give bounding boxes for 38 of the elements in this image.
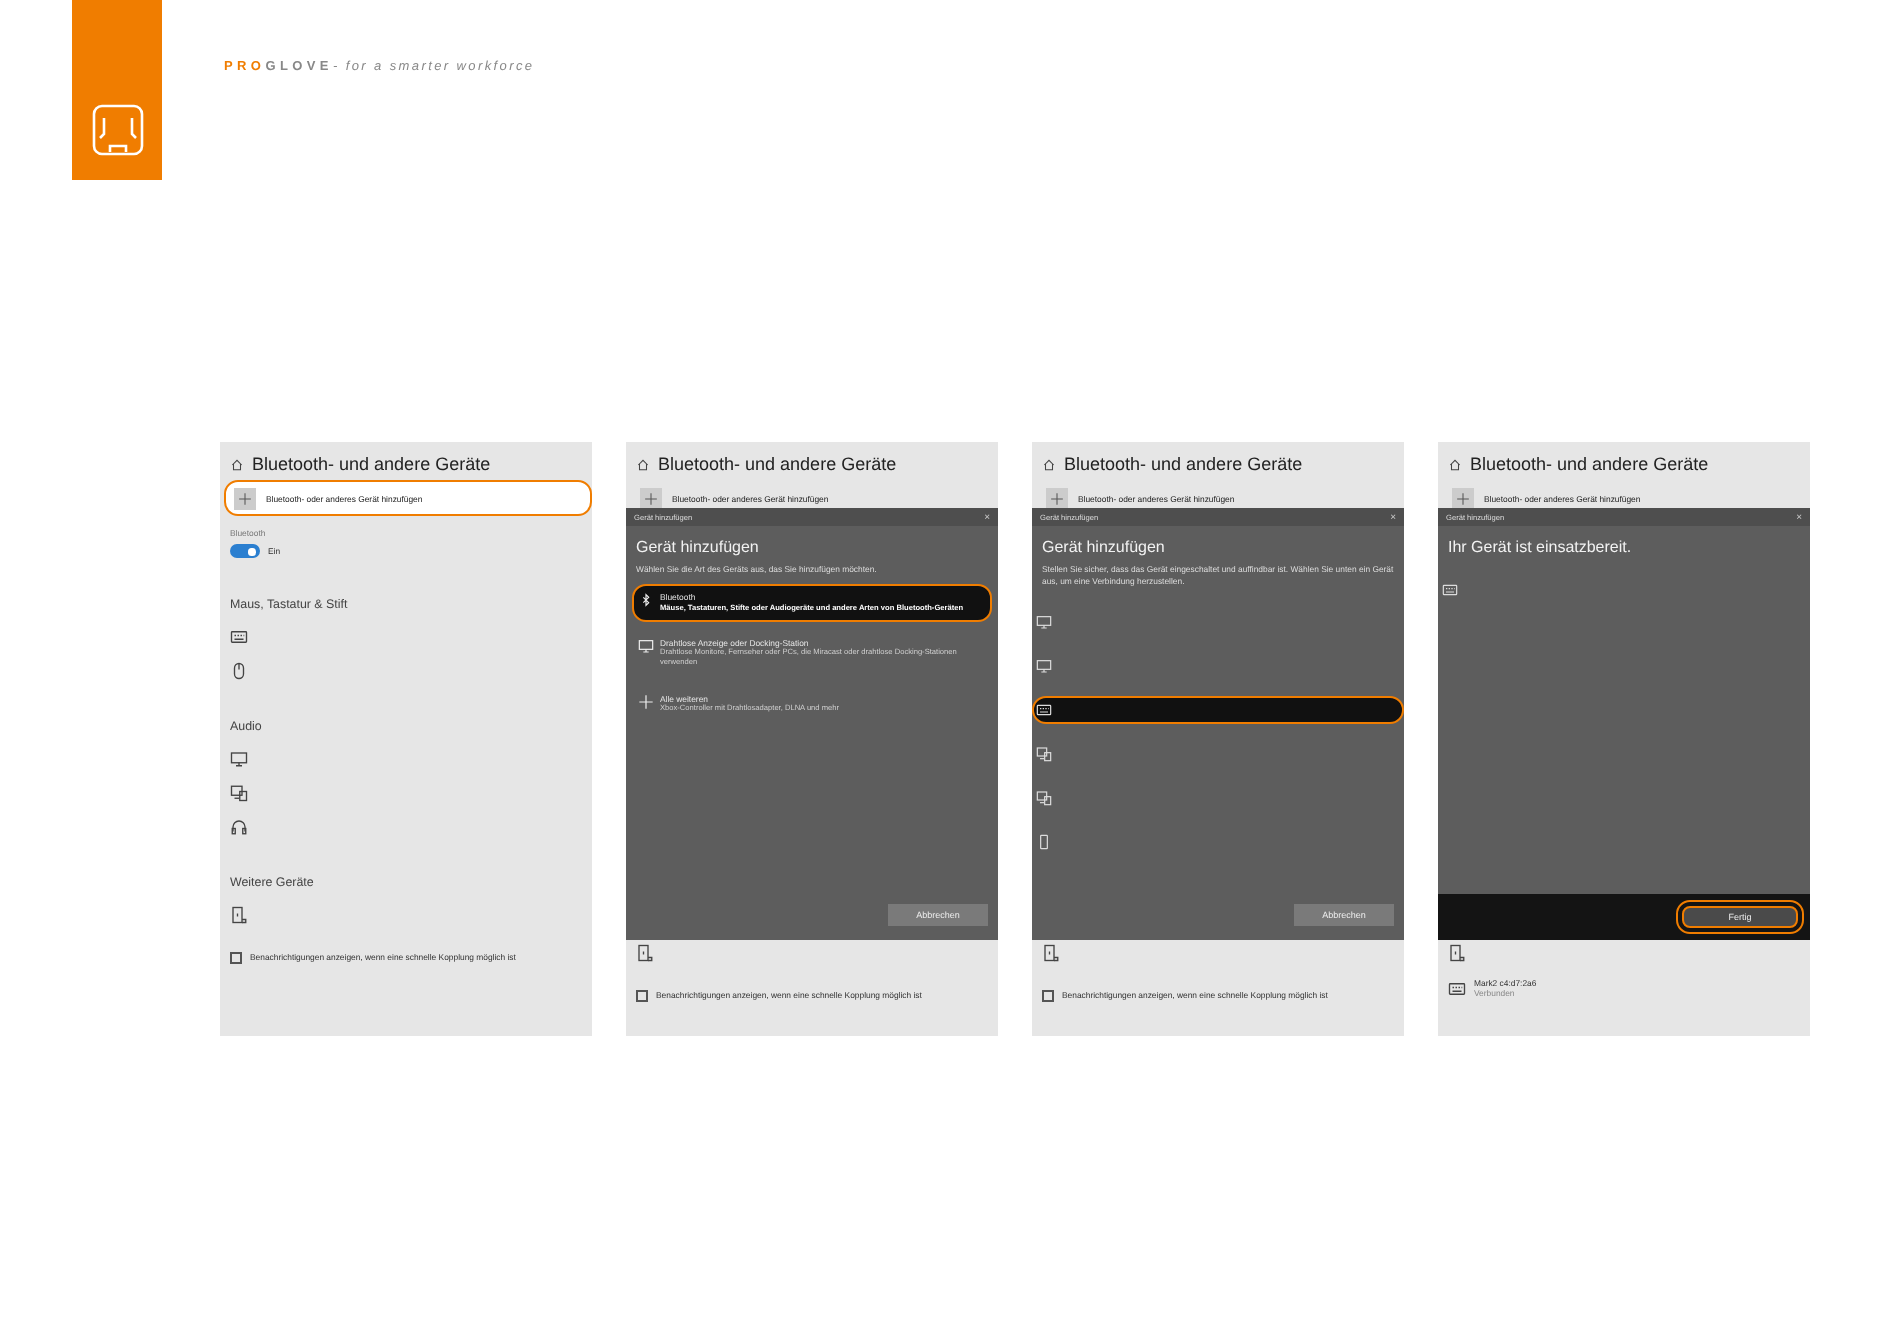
home-icon: [230, 457, 244, 471]
plus-icon: [238, 491, 252, 505]
dialog-heading: Gerät hinzufügen: [634, 538, 761, 556]
page-title: Bluetooth- und andere Geräte: [658, 454, 897, 474]
device-item[interactable]: [1032, 695, 1404, 724]
devices-icon: [230, 784, 248, 802]
keyboard-icon: [230, 628, 248, 646]
checkbox[interactable]: [1042, 990, 1054, 1002]
dialog-heading: Gerät hinzufügen: [1040, 538, 1167, 556]
home-icon: [1042, 457, 1056, 471]
plus-icon: [638, 693, 654, 710]
checkbox[interactable]: [230, 952, 242, 964]
monitor-icon: [1036, 657, 1052, 674]
devices-icon: [1036, 745, 1052, 762]
tablet-icon: [636, 944, 654, 962]
headphones-icon: [230, 818, 248, 836]
page-title: Bluetooth- und andere Geräte: [252, 454, 491, 474]
devices-icon: [1036, 789, 1052, 806]
dialog-heading: Ihr Gerät ist einsatzbereit.: [1446, 538, 1634, 556]
keyboard-icon: [1448, 979, 1466, 997]
mouse-icon: [230, 662, 248, 680]
monitor-icon: [638, 637, 654, 654]
keyboard-icon: [1036, 701, 1052, 718]
home-icon: [636, 457, 650, 471]
tablet-icon: [230, 906, 248, 924]
phone-icon: [1036, 833, 1052, 850]
page-title: Bluetooth- und andere Geräte: [1064, 454, 1303, 474]
checkbox[interactable]: [636, 990, 648, 1002]
bluetooth-icon: [638, 591, 654, 608]
page-title: Bluetooth- und andere Geräte: [1470, 454, 1709, 474]
logo-icon: [91, 104, 143, 156]
monitor-icon: [1036, 613, 1052, 630]
home-icon: [1448, 457, 1462, 471]
keyboard-icon: [1442, 582, 1458, 598]
tablet-icon: [1042, 944, 1060, 962]
tablet-icon: [1448, 944, 1466, 962]
monitor-icon: [230, 750, 248, 768]
toggle-switch[interactable]: [230, 544, 260, 558]
